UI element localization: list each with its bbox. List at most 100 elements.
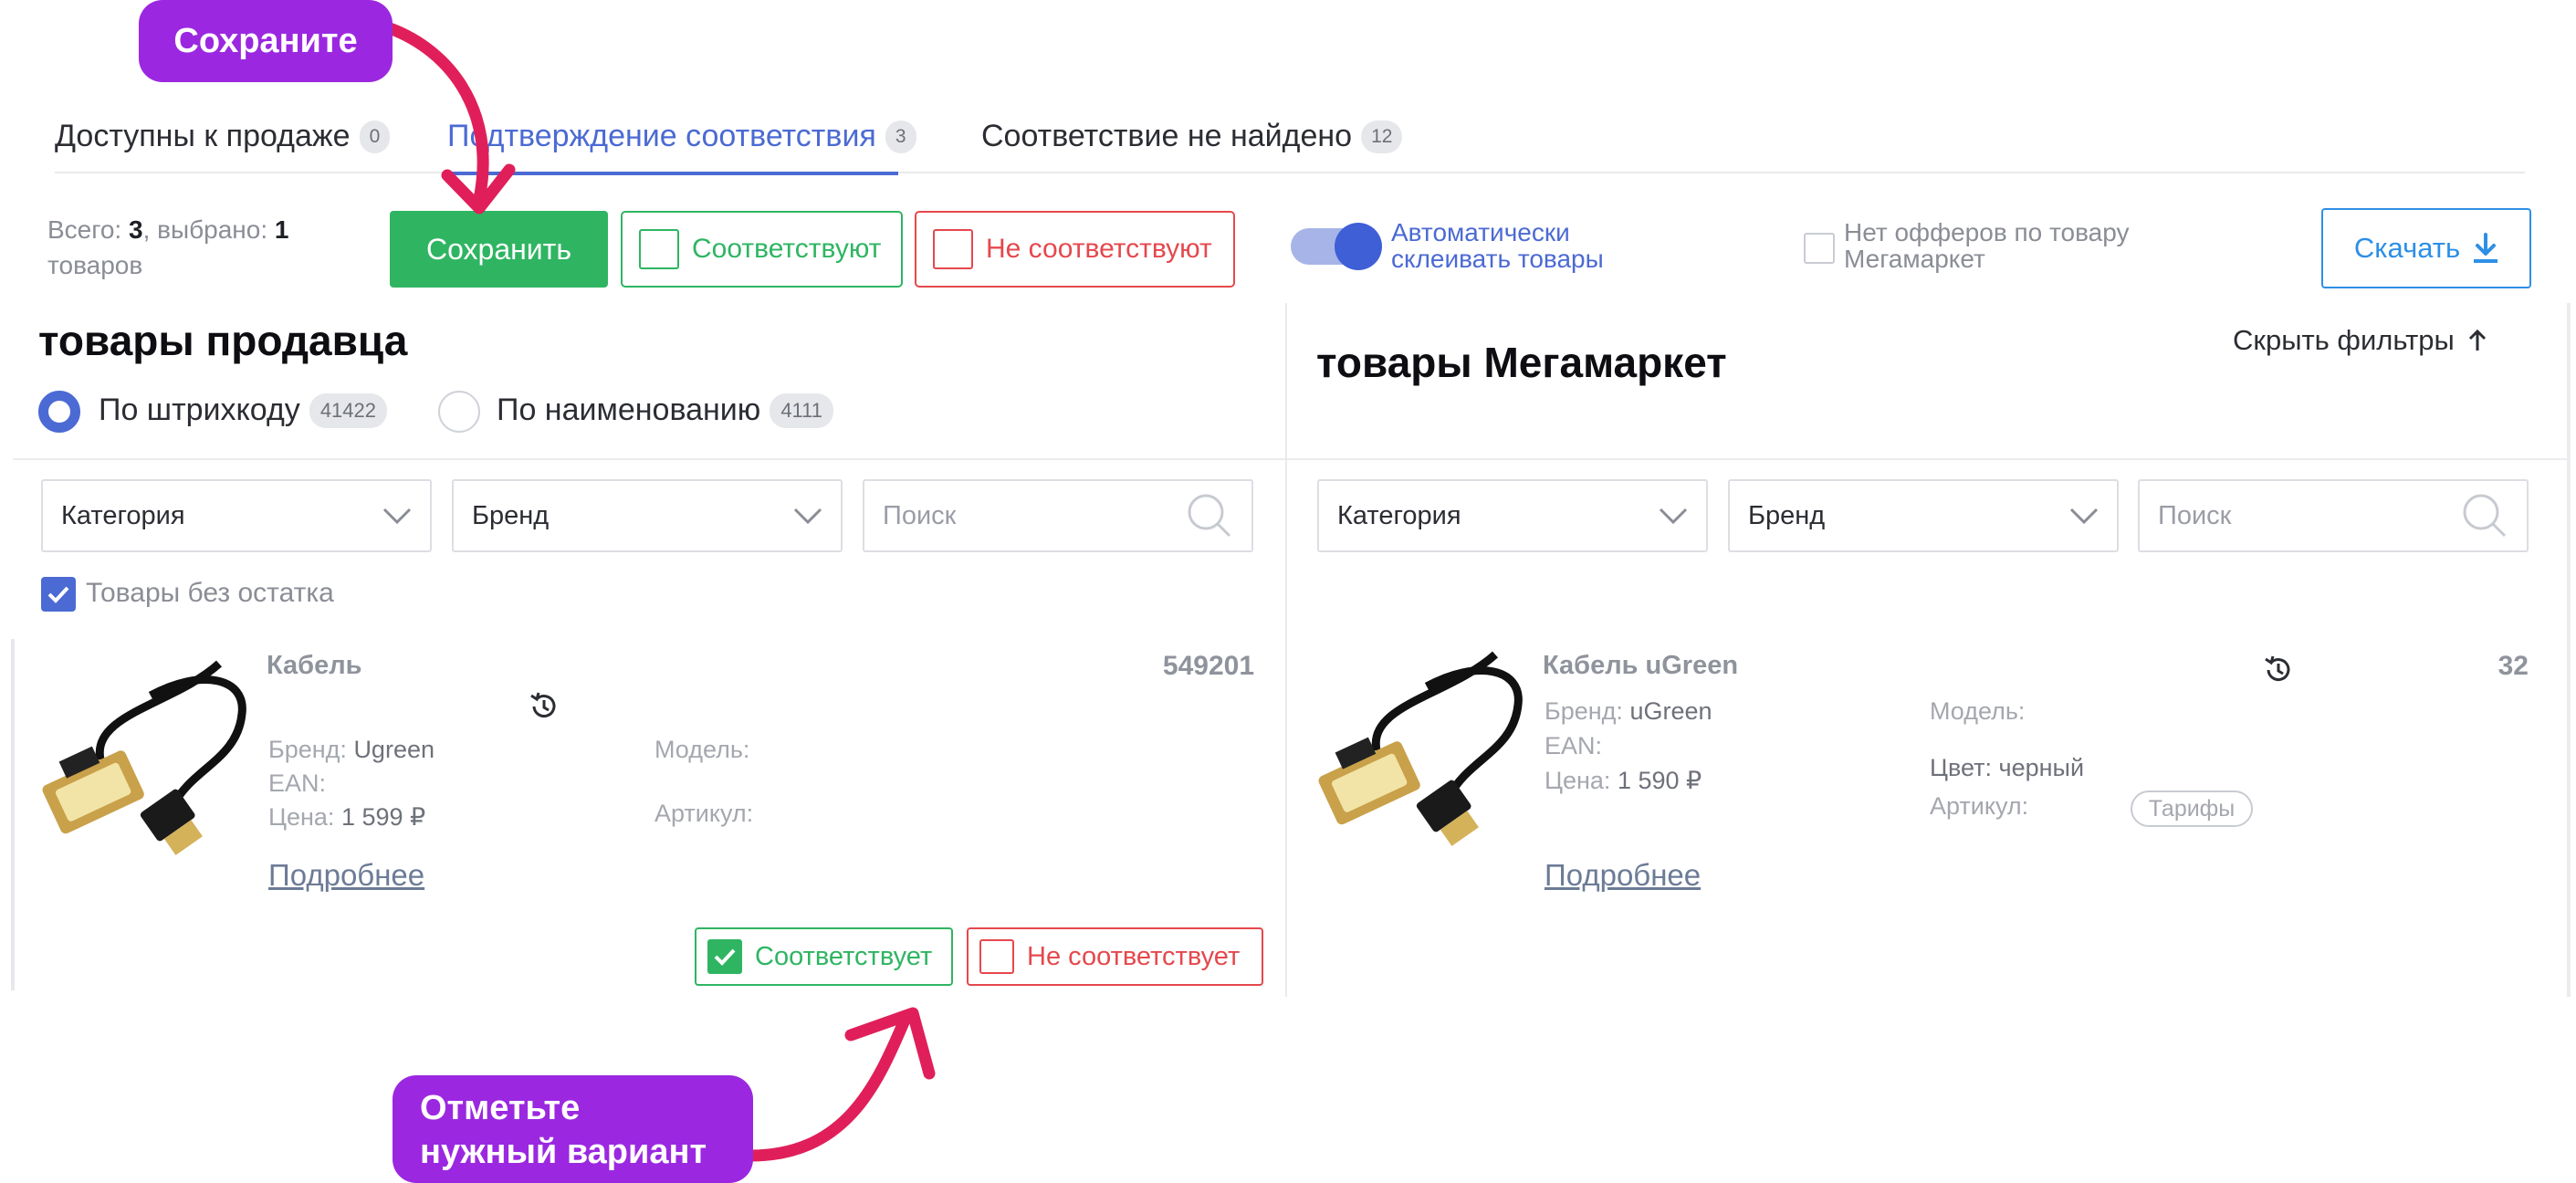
seller-product-number: 549201	[1162, 651, 1254, 681]
seller-brand-attr: Бренд: Ugreen	[268, 736, 435, 764]
seller-brand-value: Бренд	[472, 500, 550, 530]
tab-not-found-count: 12	[1361, 120, 1403, 153]
nomatch-label: Не соответствует	[1027, 941, 1241, 971]
radio-by-barcode[interactable]	[38, 391, 80, 433]
mm-brand-attr: Бренд: uGreen	[1545, 697, 1712, 726]
seller-more-link[interactable]: Подробнее	[268, 858, 424, 893]
mark-callout-line1: Отметьте	[420, 1089, 581, 1127]
arrow-to-match-head	[844, 1007, 936, 1080]
tab-confirmation[interactable]: Подтверждение соответствия 3	[447, 119, 916, 154]
mm-more-link[interactable]: Подробнее	[1545, 858, 1701, 893]
search-icon	[2463, 494, 2507, 538]
chevron-down-icon	[382, 508, 412, 525]
mm-category-value: Категория	[1337, 500, 1461, 530]
download-icon	[2474, 233, 2498, 263]
nomatch-button[interactable]: Не соответствует	[967, 927, 1263, 986]
radio-by-barcode-count: 41422	[309, 393, 387, 428]
mark-all-nomatch-button[interactable]: Не соответствуют	[915, 211, 1235, 288]
seller-price-attr: Цена: 1 599 ₽	[268, 803, 425, 832]
auto-merge-toggle[interactable]	[1291, 223, 1382, 270]
match-button[interactable]: Соответствует	[695, 927, 953, 986]
tab-available-label: Доступны к продаже	[55, 119, 351, 153]
mm-model-label: Модель:	[1930, 697, 2026, 725]
mm-price-value: 1 590 ₽	[1617, 767, 1702, 794]
history-icon[interactable]	[2262, 654, 2295, 686]
seller-product-image	[42, 660, 246, 855]
mm-color-attr: Цвет: черный	[1930, 754, 2084, 782]
mm-category-select[interactable]: Категория	[1317, 479, 1708, 552]
seller-search-input[interactable]: Поиск	[863, 479, 1253, 552]
total-count: 3	[128, 215, 143, 244]
radio-by-name-label[interactable]: По наименованию 4111	[497, 393, 833, 428]
hide-filters-button[interactable]: Скрыть фильтры	[2233, 324, 2487, 357]
radio-by-barcode-label[interactable]: По штрихкоду 41422	[99, 393, 387, 428]
nomatch-box	[979, 939, 1014, 974]
seller-search-placeholder: Поиск	[883, 500, 957, 530]
download-label: Скачать	[2353, 232, 2461, 264]
download-button[interactable]: Скачать	[2321, 208, 2531, 288]
tab-confirmation-count: 3	[885, 120, 916, 153]
seller-price-value: 1 599 ₽	[340, 803, 426, 831]
tab-not-found[interactable]: Соответствие не найдено 12	[981, 119, 1403, 154]
auto-merge-label: Автоматически склеивать товары	[1391, 218, 1604, 273]
mark-callout-line2: нужный вариант	[420, 1133, 707, 1171]
toggle-knob	[1335, 223, 1382, 270]
left-panel-edge	[11, 639, 15, 990]
history-icon[interactable]	[528, 690, 560, 723]
seller-brand-select[interactable]: Бренд	[452, 479, 843, 552]
no-stock-checkbox[interactable]	[41, 577, 76, 612]
arrow-to-save-head	[441, 163, 516, 215]
mm-price-label: Цена:	[1545, 767, 1611, 794]
match-checkbox	[639, 229, 679, 269]
total-suffix: товаров	[47, 251, 143, 279]
arrow-to-match	[740, 1016, 910, 1162]
save-button[interactable]: Сохранить	[390, 211, 608, 288]
seller-product-name[interactable]: Кабель	[267, 651, 361, 681]
chevron-down-icon	[793, 508, 822, 525]
tab-available[interactable]: Доступны к продаже 0	[55, 119, 391, 154]
mm-color-label: Цвет:	[1930, 754, 1993, 781]
mark-all-match-label: Соответствуют	[692, 234, 882, 264]
tariff-badge[interactable]: Тарифы	[2131, 790, 2253, 827]
seller-model-label: Модель:	[654, 736, 750, 763]
seller-brand-attr-value: Ugreen	[353, 736, 435, 763]
mm-brand-select[interactable]: Бренд	[1728, 479, 2119, 552]
mm-product-name[interactable]: Кабель uGreen	[1543, 651, 1738, 681]
tabs-divider	[55, 172, 2525, 173]
mm-brand-attr-value: uGreen	[1629, 697, 1712, 725]
nomatch-checkbox	[933, 229, 973, 269]
radio-by-name[interactable]	[438, 391, 480, 433]
search-icon	[1188, 494, 1231, 538]
match-label: Соответствует	[755, 941, 933, 971]
mm-article-label: Артикул:	[1930, 792, 2029, 820]
panels-divider	[1285, 303, 1287, 997]
seller-category-select[interactable]: Категория	[41, 479, 432, 552]
mm-ean-label: EAN:	[1545, 732, 1603, 759]
selection-summary: Всего: 3, выбрано: 1 товаров	[47, 212, 349, 283]
mm-brand-value: Бренд	[1748, 500, 1826, 530]
seller-header-divider	[13, 458, 1285, 460]
selected-count: 1	[274, 215, 289, 244]
mm-product-image	[1318, 651, 1523, 846]
mm-search-input[interactable]: Поиск	[2138, 479, 2529, 552]
mm-brand-attr-label: Бренд:	[1545, 697, 1623, 725]
seller-brand-attr-label: Бренд:	[268, 736, 347, 763]
right-panel-edge	[2567, 303, 2571, 997]
seller-article-label: Артикул:	[654, 800, 754, 827]
mm-price-attr: Цена: 1 590 ₽	[1545, 767, 1702, 795]
hide-filters-label: Скрыть фильтры	[2233, 324, 2455, 356]
save-callout: Сохраните	[139, 0, 393, 82]
checkmark-icon	[714, 948, 736, 966]
mm-search-placeholder: Поиск	[2158, 500, 2232, 530]
mark-all-match-button[interactable]: Соответствуют	[621, 211, 903, 288]
seller-price-label: Цена:	[268, 803, 335, 831]
seller-category-value: Категория	[61, 500, 185, 530]
selected-prefix: , выбрано:	[142, 215, 275, 244]
no-offers-label: Нет офферов по товару Мегамаркет	[1844, 218, 2130, 273]
mm-product-number: 32	[2497, 651, 2529, 681]
no-offers-checkbox[interactable]	[1804, 233, 1835, 264]
tab-confirmation-label: Подтверждение соответствия	[447, 119, 876, 153]
tab-available-count: 0	[359, 120, 391, 153]
seller-section-title: товары продавца	[38, 317, 408, 364]
no-stock-label: Товары без остатка	[86, 578, 334, 608]
